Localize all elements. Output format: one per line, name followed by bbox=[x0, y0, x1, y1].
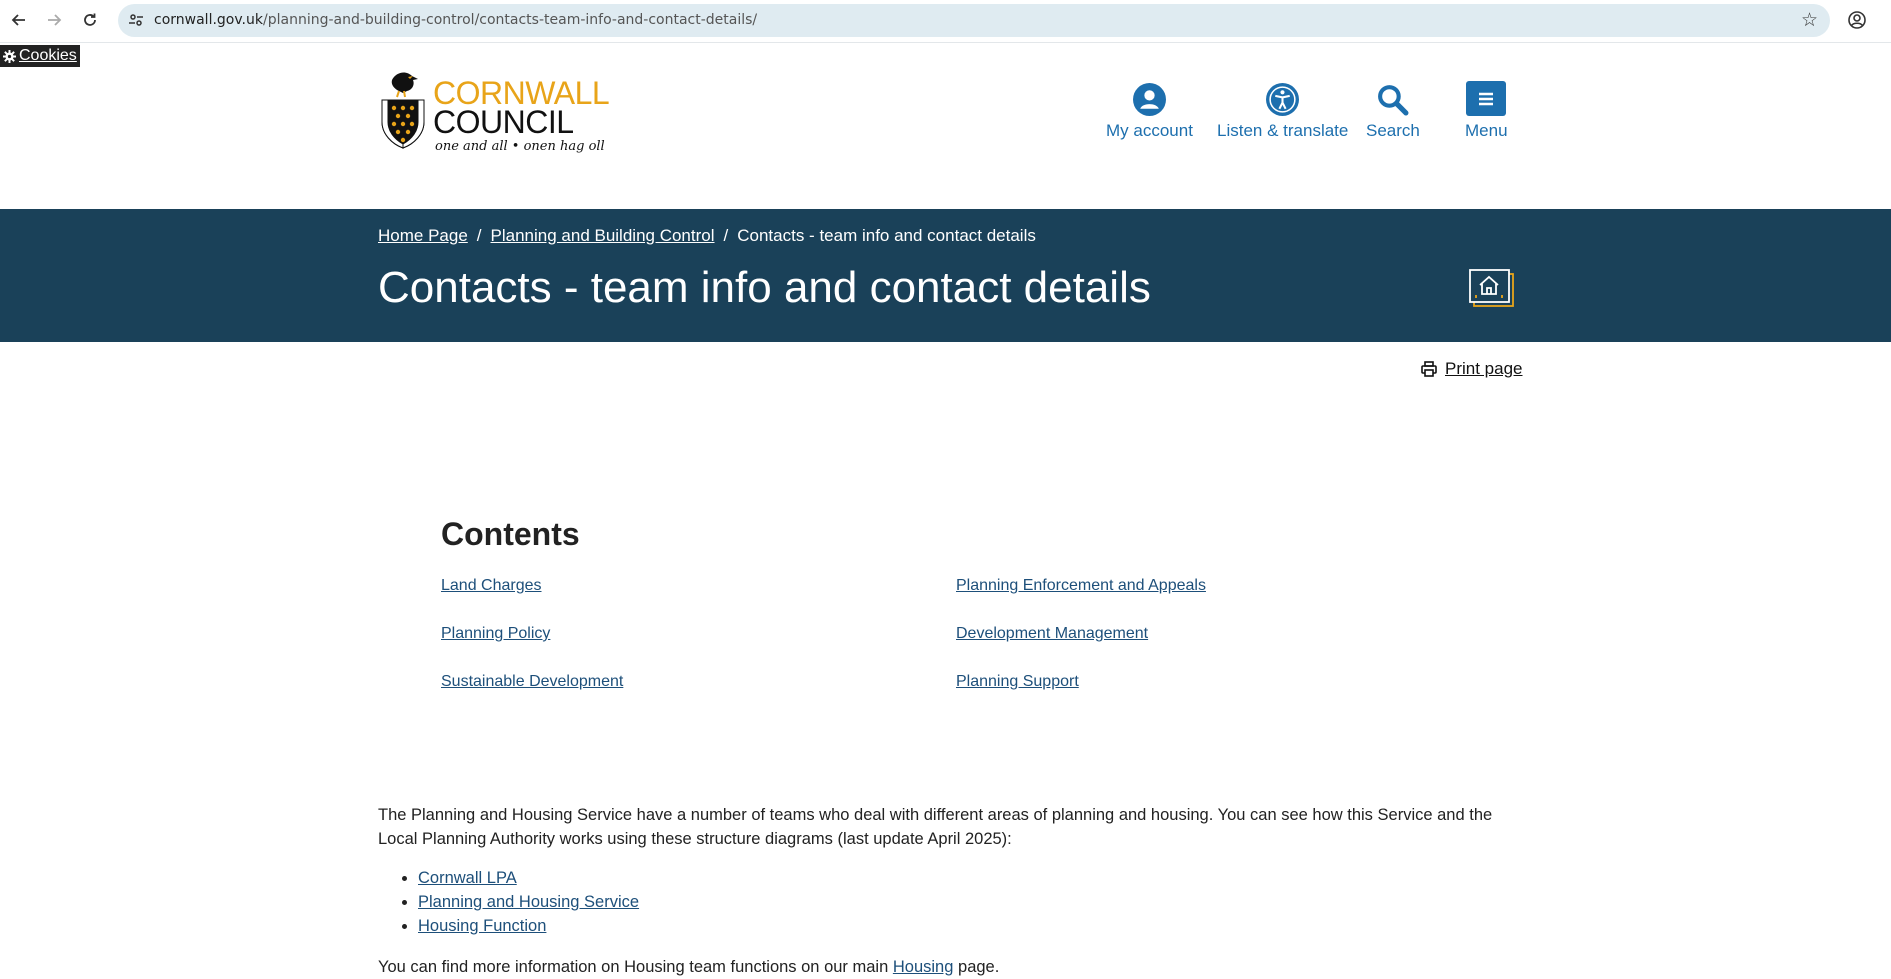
search-label: Search bbox=[1366, 121, 1420, 140]
intro-paragraph: The Planning and Housing Service have a … bbox=[378, 806, 1493, 848]
list-item: Planning and Housing Service bbox=[418, 890, 639, 914]
planning-house-icon bbox=[1469, 269, 1514, 307]
toc-link-planning-support[interactable]: Planning Support bbox=[956, 673, 1079, 691]
planning-housing-service-link[interactable]: Planning and Housing Service bbox=[418, 893, 639, 911]
back-button[interactable] bbox=[8, 9, 30, 31]
browser-toolbar: cornwall.gov.uk/planning-and-building-co… bbox=[0, 0, 1891, 43]
logo-motto: one and all • onen hag oll bbox=[435, 139, 605, 154]
hamburger-icon bbox=[1466, 81, 1507, 116]
menu-button[interactable]: Menu bbox=[1465, 80, 1508, 141]
accessibility-icon bbox=[1266, 83, 1300, 116]
user-circle-icon bbox=[1132, 83, 1166, 116]
page-banner: Home Page / Planning and Building Control /… bbox=[0, 209, 1891, 342]
gear-icon bbox=[3, 49, 16, 63]
housing-function-link[interactable]: Housing Function bbox=[418, 917, 546, 935]
printer-icon bbox=[1421, 361, 1437, 377]
search-link[interactable]: Search bbox=[1366, 80, 1420, 141]
listen-translate-link[interactable]: Listen & translate bbox=[1217, 80, 1348, 141]
print-page-link[interactable]: Print page bbox=[1421, 359, 1523, 379]
url-text: cornwall.gov.uk/planning-and-building-co… bbox=[154, 12, 757, 28]
listen-translate-label: Listen & translate bbox=[1217, 121, 1349, 140]
url-domain: cornwall.gov.uk bbox=[154, 12, 263, 28]
housing-more-paragraph: You can find more information on Housing… bbox=[378, 955, 999, 979]
star-icon[interactable]: ☆ bbox=[1801, 9, 1818, 32]
crest-icon bbox=[381, 72, 425, 149]
contents-heading: Contents bbox=[441, 516, 580, 552]
reload-icon bbox=[84, 13, 96, 26]
cornwall-council-logo[interactable]: CORNWALL COUNCIL one and all • onen hag … bbox=[378, 66, 610, 156]
cookies-label: Cookies bbox=[19, 47, 77, 64]
structure-diagram-list: Cornwall LPA Planning and Housing Servic… bbox=[378, 866, 639, 938]
print-page-label: Print page bbox=[1445, 359, 1523, 378]
address-bar[interactable]: cornwall.gov.uk/planning-and-building-co… bbox=[118, 4, 1830, 37]
list-item: Cornwall LPA bbox=[418, 866, 639, 890]
my-account-label: My account bbox=[1106, 121, 1193, 140]
breadcrumb-separator: / bbox=[476, 226, 482, 245]
menu-label: Menu bbox=[1465, 121, 1508, 140]
breadcrumb-home[interactable]: Home Page bbox=[378, 226, 468, 245]
breadcrumb-planning[interactable]: Planning and Building Control bbox=[491, 226, 715, 245]
arrow-right-icon bbox=[48, 14, 62, 26]
profile-icon[interactable] bbox=[1846, 9, 1868, 31]
housing-more-prefix: You can find more information on Housing… bbox=[378, 958, 889, 976]
search-icon bbox=[1378, 85, 1409, 116]
list-item: Housing Function bbox=[418, 914, 639, 938]
cookies-button[interactable]: Cookies bbox=[0, 45, 80, 67]
toc-link-planning-policy[interactable]: Planning Policy bbox=[441, 625, 550, 643]
toc-link-planning-enforcement[interactable]: Planning Enforcement and Appeals bbox=[956, 577, 1206, 595]
page-title: Contacts - team info and contact details bbox=[378, 263, 1151, 312]
arrow-left-icon bbox=[11, 14, 25, 26]
toc-link-development-management[interactable]: Development Management bbox=[956, 625, 1148, 643]
housing-more-suffix: page. bbox=[958, 958, 1000, 976]
breadcrumb-separator: / bbox=[723, 226, 729, 245]
toc-link-sustainable-development[interactable]: Sustainable Development bbox=[441, 673, 623, 691]
forward-button[interactable] bbox=[43, 9, 65, 31]
cornwall-lpa-link[interactable]: Cornwall LPA bbox=[418, 869, 517, 887]
housing-link[interactable]: Housing bbox=[893, 958, 954, 976]
reload-button[interactable] bbox=[79, 9, 101, 31]
site-info-icon[interactable] bbox=[128, 12, 144, 28]
my-account-link[interactable]: My account bbox=[1106, 80, 1193, 141]
breadcrumb: Home Page / Planning and Building Control /… bbox=[378, 226, 1036, 246]
breadcrumb-current: Contacts - team info and contact details bbox=[737, 226, 1036, 245]
toc-link-land-charges[interactable]: Land Charges bbox=[441, 577, 542, 595]
url-path: /planning-and-building-control/contacts-… bbox=[263, 12, 758, 28]
logo-line-2: COUNCIL bbox=[433, 104, 574, 140]
